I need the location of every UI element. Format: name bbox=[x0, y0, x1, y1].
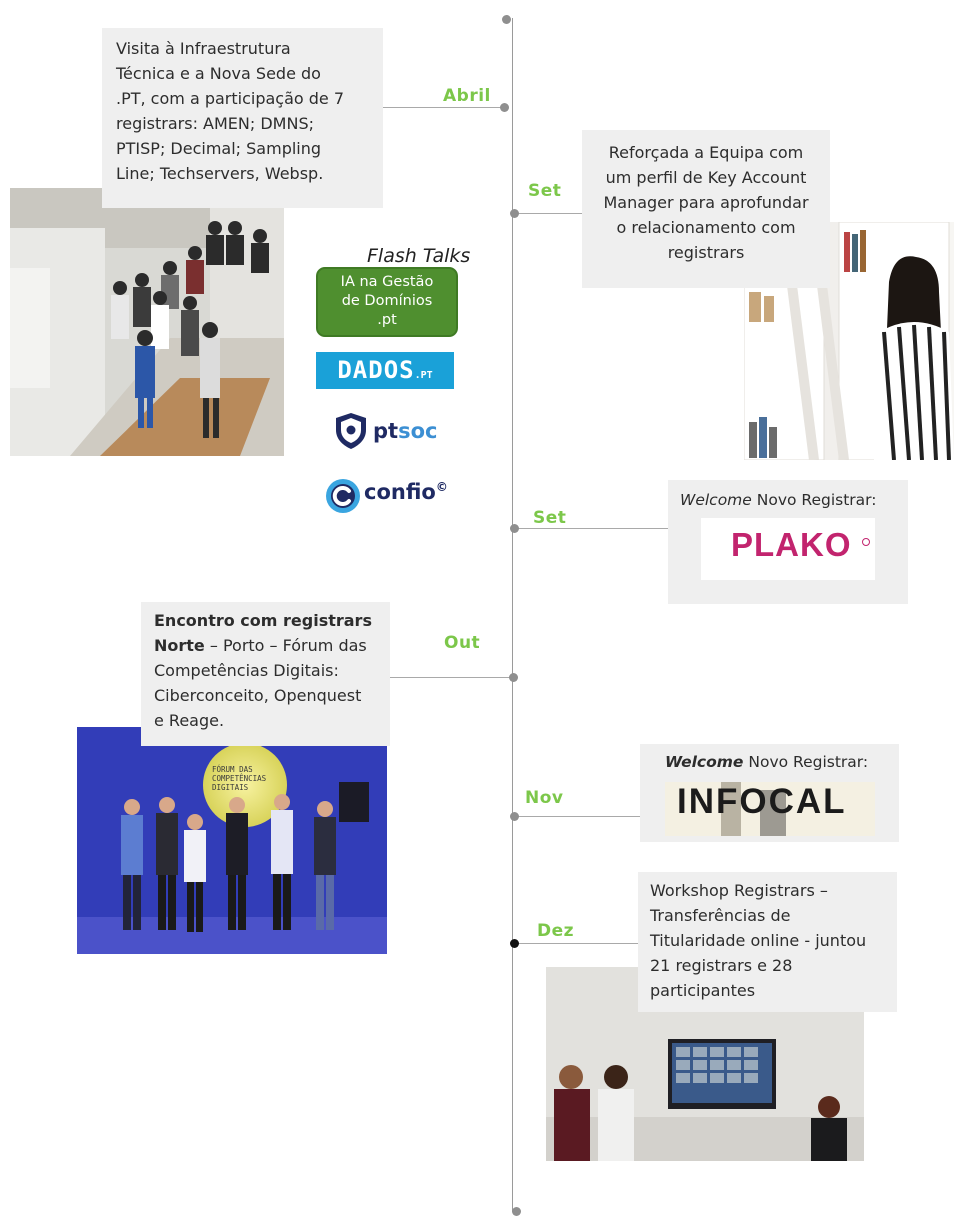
abril-line-4: registrars: AMEN; DMNS; bbox=[116, 114, 314, 133]
out-bold-norte: Norte bbox=[154, 636, 205, 655]
out-dot bbox=[509, 673, 518, 682]
dez-text-box: Workshop Registrars – Transferências de … bbox=[638, 872, 897, 1012]
ia-badge-line-1: IA na Gestão bbox=[340, 274, 434, 290]
out-line-2: Norte – Porto – Fórum das bbox=[154, 633, 390, 658]
abril-line-3: .PT, com a participação de 7 bbox=[116, 89, 345, 108]
nov-welcome-bold: Welcome bbox=[665, 753, 744, 771]
out-text-box: Encontro com registrars Norte – Porto – … bbox=[141, 602, 390, 746]
dez-line-5: participantes bbox=[650, 981, 756, 1000]
nov-connector bbox=[514, 816, 640, 817]
month-label-dez: Dez bbox=[537, 921, 575, 941]
abril-connector bbox=[383, 107, 503, 108]
ptsoc-shield-icon bbox=[334, 412, 368, 454]
plako-registered-mark bbox=[862, 538, 870, 546]
out-line-5: e Reage. bbox=[154, 711, 225, 730]
timeline-axis bbox=[512, 18, 513, 1212]
month-label-abril: Abril bbox=[443, 86, 491, 106]
abril-text-box: Visita à Infraestrutura Técnica e a Nova… bbox=[102, 28, 383, 208]
nov-welcome-box: Welcome Novo Registrar: INFOCAL bbox=[640, 744, 899, 842]
out-group-photo: FÓRUM DAS COMPETÊNCIAS DIGITAIS bbox=[77, 727, 387, 954]
set1-dot bbox=[510, 209, 519, 218]
set1-line-1: Reforçada a Equipa com bbox=[608, 143, 804, 162]
abril-group-photo bbox=[10, 188, 284, 456]
dados-pt-logo: DADOS.PT bbox=[316, 352, 454, 389]
confio-logo-text: confio© bbox=[364, 480, 448, 504]
forum-sign-line-1: FÓRUM DAS bbox=[212, 765, 253, 774]
plako-logo-card: PLAKO bbox=[701, 518, 875, 580]
dez-line-4: 21 registrars e 28 bbox=[650, 956, 793, 975]
set1-line-4: o relacionamento com bbox=[616, 218, 796, 237]
dez-connector bbox=[514, 943, 638, 944]
out-line-2-rest: – Porto – Fórum das bbox=[204, 636, 367, 655]
set2-welcome-rest: Novo Registrar: bbox=[751, 491, 877, 509]
set1-line-3: Manager para aprofundar bbox=[603, 193, 809, 212]
set1-line-5: registrars bbox=[667, 243, 745, 262]
dez-line-2: Transferências de bbox=[650, 906, 791, 925]
month-label-nov: Nov bbox=[525, 788, 564, 808]
timeline-start-dot bbox=[502, 15, 511, 24]
forum-sign-line-3: DIGITAIS bbox=[212, 783, 249, 792]
abril-line-1: Visita à Infraestrutura bbox=[116, 39, 291, 58]
out-bold-title: Encontro com registrars bbox=[154, 611, 372, 630]
month-label-out: Out bbox=[444, 633, 481, 653]
dados-wordmark: DADOS bbox=[337, 356, 415, 384]
ia-badge-line-2: de Domínios bbox=[341, 293, 433, 309]
set2-welcome-box: Welcome Novo Registrar: PLAKO bbox=[668, 480, 908, 604]
out-line-3: Competências Digitais: bbox=[154, 661, 339, 680]
set2-welcome-italic: Welcome bbox=[680, 491, 752, 509]
nov-dot bbox=[510, 812, 519, 821]
forum-sign-line-2: COMPETÊNCIAS bbox=[212, 774, 267, 783]
abril-dot bbox=[500, 103, 509, 112]
out-line-1: Encontro com registrars bbox=[154, 608, 390, 633]
ptsoc-pt: pt bbox=[373, 419, 399, 443]
dados-suffix: .PT bbox=[414, 370, 433, 381]
abril-line-6: Line; Techservers, Websp. bbox=[116, 164, 324, 183]
infocal-logo-card: INFOCAL bbox=[665, 782, 875, 836]
dez-line-3: Titularidade online - juntou bbox=[650, 931, 867, 950]
month-label-set-1: Set bbox=[528, 181, 562, 201]
set1-text-box: Reforçada a Equipa com um perfil de Key … bbox=[582, 130, 830, 288]
ptsoc-soc: soc bbox=[398, 419, 438, 443]
flash-talks-title: Flash Talks bbox=[367, 245, 471, 267]
infocal-logo: INFOCAL bbox=[677, 782, 847, 821]
ptsoc-logo-text: ptsoc bbox=[373, 419, 437, 443]
out-line-4: Ciberconceito, Openquest bbox=[154, 686, 362, 705]
dez-dot bbox=[510, 939, 519, 948]
ia-gestao-badge: IA na Gestão de Domínios .pt bbox=[316, 267, 458, 337]
confio-wordmark: confio bbox=[364, 480, 436, 504]
nov-welcome-rest: Novo Registrar: bbox=[743, 753, 869, 771]
confio-c-icon bbox=[325, 478, 361, 518]
set2-welcome-line: Welcome Novo Registrar: bbox=[680, 488, 877, 513]
confio-copyright: © bbox=[435, 480, 448, 494]
set2-connector bbox=[514, 528, 668, 529]
abril-line-5: PTISP; Decimal; Sampling bbox=[116, 139, 322, 158]
plako-logo: PLAKO bbox=[731, 526, 852, 563]
dez-line-1: Workshop Registrars – bbox=[650, 881, 828, 900]
month-label-set-2: Set bbox=[533, 508, 567, 528]
timeline-end-dot bbox=[512, 1207, 521, 1216]
abril-line-2: Técnica e a Nova Sede do bbox=[116, 64, 321, 83]
set1-connector bbox=[514, 213, 582, 214]
out-connector bbox=[390, 677, 513, 678]
set1-line-2: um perfil de Key Account bbox=[605, 168, 807, 187]
set2-dot bbox=[510, 524, 519, 533]
forum-sign-text: FÓRUM DAS COMPETÊNCIAS DIGITAIS bbox=[212, 765, 266, 792]
nov-welcome-line: Welcome Novo Registrar: bbox=[665, 750, 868, 775]
ia-badge-line-3: .pt bbox=[377, 312, 397, 328]
